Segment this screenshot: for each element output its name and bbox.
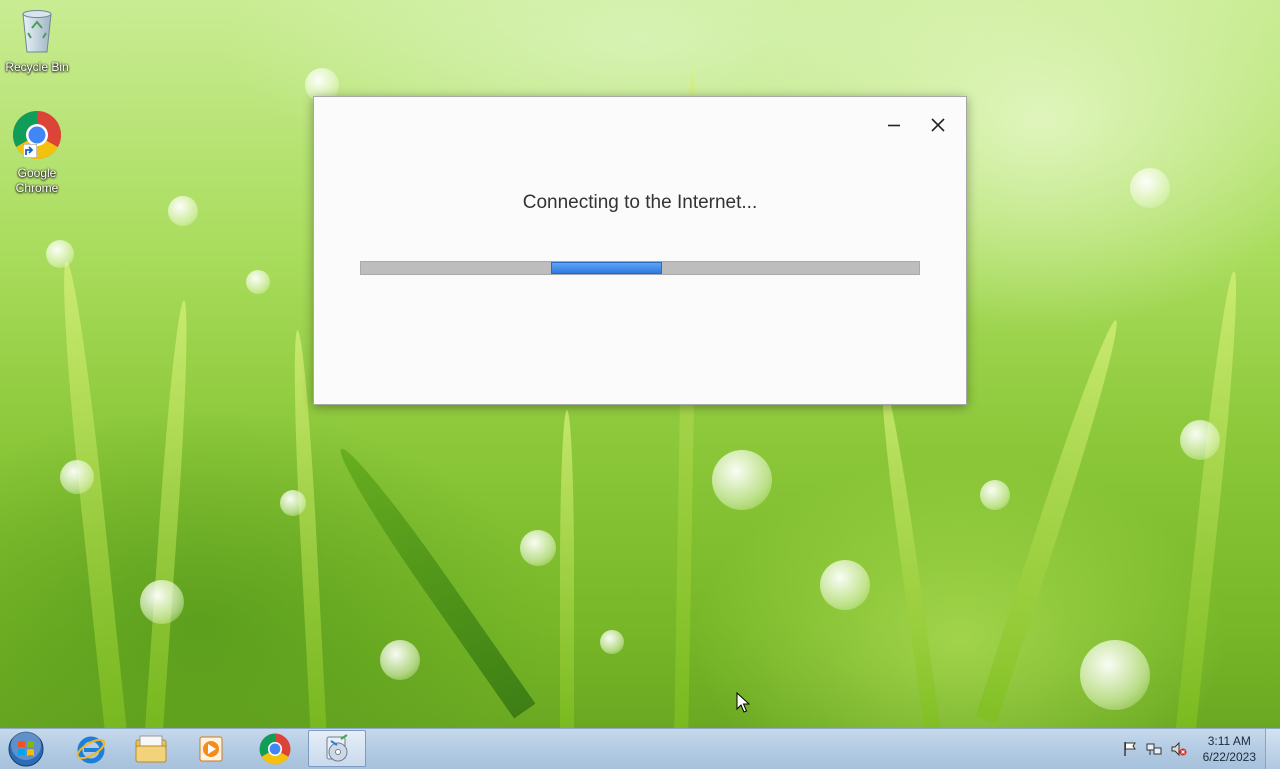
network-icon[interactable]: [1146, 741, 1162, 757]
grass-decoration: [875, 380, 941, 728]
dew-drop: [168, 196, 198, 226]
dew-drop: [980, 480, 1010, 510]
minimize-button[interactable]: [880, 113, 908, 137]
clock-date: 6/22/2023: [1202, 750, 1256, 764]
dew-drop: [60, 460, 94, 494]
shortcut-arrow-icon: [23, 144, 37, 158]
grass-decoration: [560, 410, 574, 728]
chrome-icon: [12, 110, 62, 160]
chrome-icon: [259, 733, 291, 764]
minimize-icon: [888, 124, 900, 127]
dew-drop: [380, 640, 420, 680]
recycle-bin-icon: [22, 10, 52, 53]
desktop-icon-google-chrome[interactable]: Google Chrome: [1, 110, 73, 196]
file-explorer-icon: [135, 735, 167, 762]
dew-drop: [246, 270, 270, 294]
start-button[interactable]: [0, 730, 52, 767]
progress-bar-fill: [550, 262, 663, 274]
installer-icon: [326, 733, 348, 761]
dew-drop: [46, 240, 74, 268]
grass-decoration: [145, 299, 193, 728]
media-player-icon: [199, 736, 223, 761]
taskbar-chrome[interactable]: [246, 730, 304, 767]
taskbar-file-explorer[interactable]: [122, 730, 180, 767]
close-icon: [931, 118, 945, 132]
system-clock[interactable]: 3:11 AM 6/22/2023: [1203, 733, 1256, 765]
windows-start-icon: [8, 730, 44, 766]
taskbar-installer-active[interactable]: [308, 730, 366, 767]
action-center-flag-icon[interactable]: [1122, 741, 1138, 757]
desktop-icon-recycle-bin[interactable]: Recycle Bin: [1, 6, 73, 75]
taskbar: 3:11 AM 6/22/2023: [0, 728, 1280, 769]
desktop-icon-label: Google Chrome: [15, 166, 59, 195]
dew-drop: [140, 580, 184, 624]
dialog-message: Connecting to the Internet...: [522, 192, 758, 213]
connecting-dialog: Connecting to the Internet...: [313, 96, 967, 405]
taskbar-media-player[interactable]: [182, 730, 240, 767]
dew-drop: [280, 490, 306, 516]
volume-muted-icon[interactable]: [1171, 741, 1187, 757]
taskbar-internet-explorer[interactable]: [62, 730, 120, 767]
show-desktop-button[interactable]: [1265, 729, 1280, 769]
progress-bar: [360, 261, 920, 275]
dew-drop: [712, 450, 772, 510]
mouse-cursor-icon: [736, 692, 750, 713]
grass-decoration: [1176, 270, 1244, 728]
internet-explorer-icon: [76, 736, 106, 763]
grass-decoration: [330, 441, 536, 719]
clock-time: 3:11 AM: [1207, 734, 1251, 748]
dew-drop: [520, 530, 556, 566]
dew-drop: [1080, 640, 1150, 710]
dew-drop: [1180, 420, 1220, 460]
dew-drop: [1130, 168, 1170, 208]
desktop-icon-label: Recycle Bin: [5, 60, 69, 74]
dew-drop: [600, 630, 624, 654]
dew-drop: [820, 560, 870, 610]
close-button[interactable]: [924, 113, 952, 137]
grass-decoration: [55, 260, 127, 728]
